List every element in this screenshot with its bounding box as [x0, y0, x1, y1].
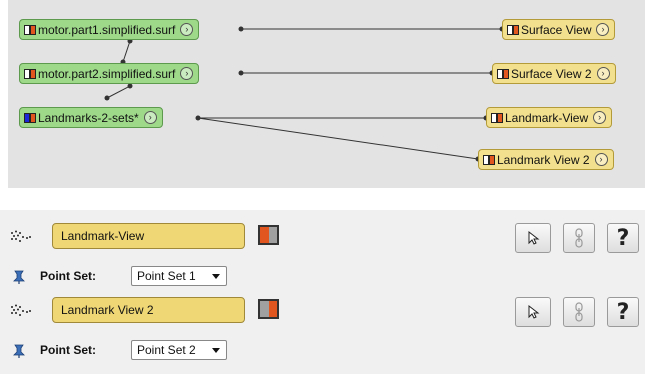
module-name-field[interactable]: Landmark View 2 — [52, 297, 245, 323]
port-row-point-set: Point Set: Point Set 2 — [0, 338, 645, 362]
module-node-landmark-view-2[interactable]: Landmark View 2 › — [478, 149, 614, 170]
node-menu-button[interactable]: › — [596, 23, 610, 36]
chain-link-icon — [575, 228, 583, 248]
node-label: Landmark View 2 — [497, 152, 590, 167]
link-landmarks-landmarkview2 — [197, 117, 479, 160]
chevron-down-icon — [212, 348, 220, 353]
node-label: Surface View — [521, 22, 592, 37]
chain-link-icon — [575, 302, 583, 322]
cursor-icon — [528, 230, 540, 245]
node-label: Landmark-View — [505, 110, 589, 125]
module-header-landmark-view: Landmark-View ? — [0, 220, 645, 256]
module-type-icon — [483, 154, 495, 165]
point-set-select[interactable]: Point Set 2 — [131, 340, 227, 360]
viewer-mask-toggle[interactable] — [258, 299, 279, 319]
node-menu-button[interactable]: › — [180, 23, 194, 36]
module-node-surface-view-2[interactable]: Surface View 2 › — [492, 63, 616, 84]
port-row-point-set: Point Set: Point Set 1 — [0, 264, 645, 288]
selected-value: Point Set 2 — [137, 343, 196, 357]
data-type-icon — [24, 24, 36, 35]
pin-icon[interactable] — [13, 270, 25, 284]
node-label: Landmarks-2-sets* — [38, 110, 139, 125]
help-button[interactable]: ? — [607, 223, 639, 253]
module-name-field[interactable]: Landmark-View — [52, 223, 245, 249]
module-type-icon — [497, 68, 509, 79]
data-node-surf1[interactable]: motor.part1.simplified.surf › — [19, 19, 200, 40]
pin-icon[interactable] — [13, 344, 25, 358]
help-button[interactable]: ? — [607, 297, 639, 327]
point-set-icon — [11, 230, 31, 242]
node-menu-button[interactable]: › — [594, 153, 608, 166]
data-node-surf2[interactable]: motor.part2.simplified.surf › — [19, 63, 200, 84]
module-type-icon — [507, 24, 519, 35]
data-type-icon — [24, 112, 36, 123]
viewer-mask-toggle[interactable] — [258, 225, 279, 245]
node-menu-button[interactable]: › — [593, 111, 607, 124]
node-menu-button[interactable]: › — [180, 67, 194, 80]
point-set-icon — [11, 304, 31, 316]
link-button[interactable] — [563, 223, 595, 253]
selected-value: Point Set 1 — [137, 269, 196, 283]
point-set-select[interactable]: Point Set 1 — [131, 266, 227, 286]
port-label: Point Set: — [40, 343, 96, 357]
pointer-button[interactable] — [515, 223, 551, 253]
link-surf2-landmarks — [106, 85, 131, 99]
chevron-down-icon — [212, 274, 220, 279]
module-type-icon — [491, 112, 503, 123]
data-node-landmarks[interactable]: Landmarks-2-sets* › — [19, 107, 163, 128]
cursor-icon — [528, 304, 540, 319]
link-button[interactable] — [563, 297, 595, 327]
node-menu-button[interactable]: › — [143, 111, 157, 124]
port-label: Point Set: — [40, 269, 96, 283]
module-node-landmark-view[interactable]: Landmark-View › — [486, 107, 613, 128]
pointer-button[interactable] — [515, 297, 551, 327]
module-header-landmark-view-2: Landmark View 2 ? — [0, 294, 645, 330]
properties-panel: Landmark-View ? Point Set: Point Set 1 L… — [0, 210, 645, 374]
link-surf1-surf2 — [122, 40, 131, 63]
module-node-surface-view[interactable]: Surface View › — [502, 19, 616, 40]
node-label: Surface View 2 — [511, 66, 592, 81]
node-label: motor.part2.simplified.surf — [38, 66, 176, 81]
node-label: motor.part1.simplified.surf — [38, 22, 176, 37]
node-menu-button[interactable]: › — [596, 67, 610, 80]
data-type-icon — [24, 68, 36, 79]
project-pool: motor.part1.simplified.surf › motor.part… — [8, 0, 645, 188]
